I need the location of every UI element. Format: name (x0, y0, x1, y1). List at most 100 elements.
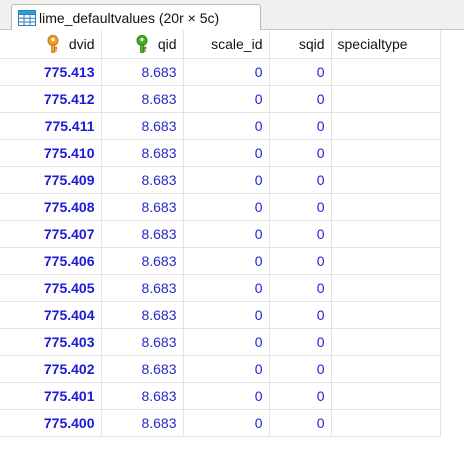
primary-key-icon (47, 35, 59, 53)
cell-qid[interactable]: 8.683 (101, 139, 184, 167)
cell-specialtype[interactable] (331, 166, 441, 194)
cell-scale-id[interactable]: 0 (183, 166, 270, 194)
cell-dvid[interactable]: 775.413 (0, 58, 102, 86)
cell-dvid[interactable]: 775.403 (0, 328, 102, 356)
cell-dvid[interactable]: 775.412 (0, 85, 102, 113)
table-row[interactable]: 775.400 8.683 0 0 (0, 409, 441, 437)
cell-qid[interactable]: 8.683 (101, 166, 184, 194)
cell-sqid[interactable]: 0 (269, 328, 332, 356)
cell-scale-id[interactable]: 0 (183, 301, 270, 329)
cell-dvid[interactable]: 775.400 (0, 409, 102, 437)
cell-sqid[interactable]: 0 (269, 274, 332, 302)
tab-lime-defaultvalues[interactable]: lime_defaultvalues (20r × 5c) (11, 4, 261, 30)
table-row[interactable]: 775.408 8.683 0 0 (0, 193, 441, 221)
results-table: dvid qid scale_id sqid specialtype 775.4… (0, 30, 441, 437)
cell-specialtype[interactable] (331, 58, 441, 86)
data-grid-window: lime_defaultvalues (20r × 5c) dvid qid s… (0, 0, 464, 450)
cell-specialtype[interactable] (331, 274, 441, 302)
table-row[interactable]: 775.407 8.683 0 0 (0, 220, 441, 248)
cell-scale-id[interactable]: 0 (183, 139, 270, 167)
cell-scale-id[interactable]: 0 (183, 382, 270, 410)
cell-scale-id[interactable]: 0 (183, 193, 270, 221)
cell-sqid[interactable]: 0 (269, 85, 332, 113)
cell-scale-id[interactable]: 0 (183, 85, 270, 113)
table-row[interactable]: 775.405 8.683 0 0 (0, 274, 441, 302)
cell-qid[interactable]: 8.683 (101, 112, 184, 140)
cell-scale-id[interactable]: 0 (183, 409, 270, 437)
cell-specialtype[interactable] (331, 355, 441, 383)
table-row[interactable]: 775.413 8.683 0 0 (0, 58, 441, 86)
tab-title: lime_defaultvalues (20r × 5c) (39, 9, 220, 26)
column-header-specialtype[interactable]: specialtype (331, 30, 441, 59)
cell-qid[interactable]: 8.683 (101, 85, 184, 113)
cell-qid[interactable]: 8.683 (101, 301, 184, 329)
cell-scale-id[interactable]: 0 (183, 58, 270, 86)
cell-sqid[interactable]: 0 (269, 220, 332, 248)
cell-dvid[interactable]: 775.405 (0, 274, 102, 302)
cell-specialtype[interactable] (331, 382, 441, 410)
cell-dvid[interactable]: 775.408 (0, 193, 102, 221)
table-row[interactable]: 775.406 8.683 0 0 (0, 247, 441, 275)
cell-dvid[interactable]: 775.407 (0, 220, 102, 248)
cell-sqid[interactable]: 0 (269, 409, 332, 437)
cell-specialtype[interactable] (331, 328, 441, 356)
cell-specialtype[interactable] (331, 193, 441, 221)
cell-sqid[interactable]: 0 (269, 193, 332, 221)
cell-scale-id[interactable]: 0 (183, 328, 270, 356)
cell-qid[interactable]: 8.683 (101, 274, 184, 302)
cell-sqid[interactable]: 0 (269, 301, 332, 329)
results-grid[interactable]: dvid qid scale_id sqid specialtype 775.4… (0, 30, 464, 450)
cell-dvid[interactable]: 775.406 (0, 247, 102, 275)
cell-qid[interactable]: 8.683 (101, 193, 184, 221)
cell-specialtype[interactable] (331, 85, 441, 113)
cell-dvid[interactable]: 775.410 (0, 139, 102, 167)
column-header-label: qid (157, 36, 177, 52)
table-row[interactable]: 775.404 8.683 0 0 (0, 301, 441, 329)
table-row[interactable]: 775.409 8.683 0 0 (0, 166, 441, 194)
cell-scale-id[interactable]: 0 (183, 112, 270, 140)
cell-specialtype[interactable] (331, 112, 441, 140)
table-row[interactable]: 775.410 8.683 0 0 (0, 139, 441, 167)
cell-dvid[interactable]: 775.411 (0, 112, 102, 140)
cell-specialtype[interactable] (331, 220, 441, 248)
cell-sqid[interactable]: 0 (269, 247, 332, 275)
table-icon (18, 9, 36, 26)
cell-qid[interactable]: 8.683 (101, 247, 184, 275)
cell-specialtype[interactable] (331, 409, 441, 437)
cell-qid[interactable]: 8.683 (101, 382, 184, 410)
column-header-dvid[interactable]: dvid (0, 30, 102, 59)
cell-sqid[interactable]: 0 (269, 139, 332, 167)
cell-sqid[interactable]: 0 (269, 58, 332, 86)
column-header-qid[interactable]: qid (101, 30, 184, 59)
cell-scale-id[interactable]: 0 (183, 274, 270, 302)
cell-qid[interactable]: 8.683 (101, 58, 184, 86)
foreign-key-icon (136, 35, 148, 53)
cell-qid[interactable]: 8.683 (101, 328, 184, 356)
cell-sqid[interactable]: 0 (269, 382, 332, 410)
cell-scale-id[interactable]: 0 (183, 355, 270, 383)
cell-dvid[interactable]: 775.402 (0, 355, 102, 383)
table-row[interactable]: 775.401 8.683 0 0 (0, 382, 441, 410)
cell-dvid[interactable]: 775.404 (0, 301, 102, 329)
cell-sqid[interactable]: 0 (269, 355, 332, 383)
column-header-scale-id[interactable]: scale_id (183, 30, 270, 59)
cell-scale-id[interactable]: 0 (183, 247, 270, 275)
cell-qid[interactable]: 8.683 (101, 220, 184, 248)
cell-dvid[interactable]: 775.401 (0, 382, 102, 410)
cell-specialtype[interactable] (331, 139, 441, 167)
table-body: 775.413 8.683 0 0 775.412 8.683 0 0 775.411 8.683… (0, 58, 441, 437)
cell-specialtype[interactable] (331, 247, 441, 275)
header-row: dvid qid scale_id sqid specialtype (0, 30, 441, 59)
table-row[interactable]: 775.403 8.683 0 0 (0, 328, 441, 356)
cell-specialtype[interactable] (331, 301, 441, 329)
cell-sqid[interactable]: 0 (269, 112, 332, 140)
column-header-sqid[interactable]: sqid (269, 30, 332, 59)
table-row[interactable]: 775.402 8.683 0 0 (0, 355, 441, 383)
table-row[interactable]: 775.411 8.683 0 0 (0, 112, 441, 140)
cell-scale-id[interactable]: 0 (183, 220, 270, 248)
table-row[interactable]: 775.412 8.683 0 0 (0, 85, 441, 113)
cell-dvid[interactable]: 775.409 (0, 166, 102, 194)
cell-qid[interactable]: 8.683 (101, 409, 184, 437)
cell-sqid[interactable]: 0 (269, 166, 332, 194)
cell-qid[interactable]: 8.683 (101, 355, 184, 383)
